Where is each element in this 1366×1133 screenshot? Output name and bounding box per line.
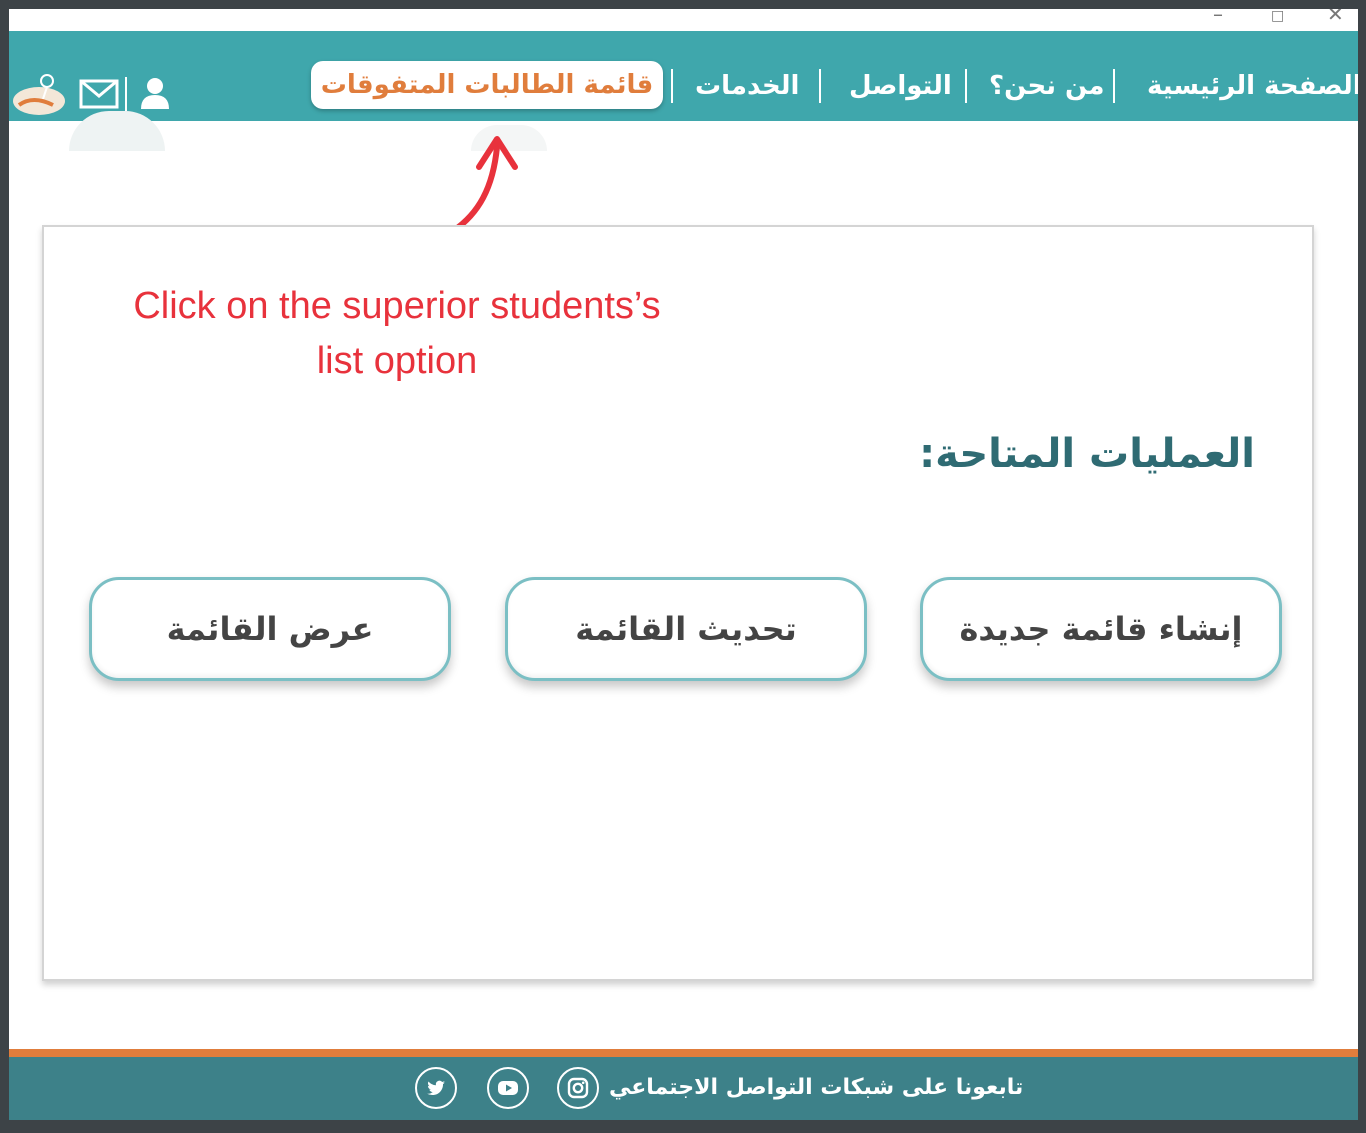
- top-navbar: قائمة الطالبات المتفوقات الخدمات التواصل…: [9, 31, 1358, 151]
- nav-item-contact[interactable]: التواصل: [849, 71, 952, 101]
- annotation-line-1: Click on the superior students’s: [133, 285, 661, 327]
- cloud-decoration: [69, 111, 165, 151]
- instagram-icon[interactable]: [557, 1067, 599, 1109]
- nav-divider: [671, 69, 673, 103]
- nav-divider: [1113, 69, 1115, 103]
- app-window: – □ ✕ قائمة الطالبات المتفوقات الخدمات ا…: [9, 9, 1358, 1120]
- operations-title: العمليات المتاحة:: [919, 431, 1255, 477]
- nav-item-about[interactable]: من نحن؟: [989, 71, 1105, 101]
- button-label: تحديث القائمة: [575, 610, 797, 648]
- close-button[interactable]: ✕: [1327, 9, 1344, 25]
- footer: تابعونا على شبكات التواصل الاجتماعي: [9, 1057, 1358, 1120]
- nav-divider: [965, 69, 967, 103]
- annotation-line-2: list option: [316, 340, 478, 382]
- follow-us-text: تابعونا على شبكات التواصل الاجتماعي: [609, 1075, 1024, 1100]
- annotation-text: Click on the superior students’s list op…: [107, 279, 687, 389]
- minimize-button[interactable]: –: [1213, 9, 1223, 25]
- youtube-icon[interactable]: [487, 1067, 529, 1109]
- user-icon[interactable]: [137, 75, 173, 111]
- nav-item-superior-students-list[interactable]: قائمة الطالبات المتفوقات: [311, 61, 663, 109]
- twitter-icon[interactable]: [415, 1067, 457, 1109]
- button-label: إنشاء قائمة جديدة: [959, 610, 1243, 648]
- create-new-list-button[interactable]: إنشاء قائمة جديدة: [920, 577, 1282, 681]
- logo: [13, 74, 65, 115]
- footer-accent-stripe: [9, 1049, 1358, 1057]
- maximize-button[interactable]: □: [1271, 9, 1284, 27]
- nav-divider: [819, 69, 821, 103]
- nav-item-home[interactable]: الصفحة الرئيسية: [1147, 71, 1358, 101]
- view-list-button[interactable]: عرض القائمة: [89, 577, 451, 681]
- icon-divider: [125, 77, 127, 111]
- nav-item-services[interactable]: الخدمات: [695, 71, 799, 101]
- button-label: عرض القائمة: [166, 610, 374, 648]
- nav-item-label: قائمة الطالبات المتفوقات: [320, 70, 654, 100]
- title-bar: – □ ✕: [9, 9, 1358, 31]
- mail-icon[interactable]: [79, 79, 119, 109]
- update-list-button[interactable]: تحديث القائمة: [505, 577, 867, 681]
